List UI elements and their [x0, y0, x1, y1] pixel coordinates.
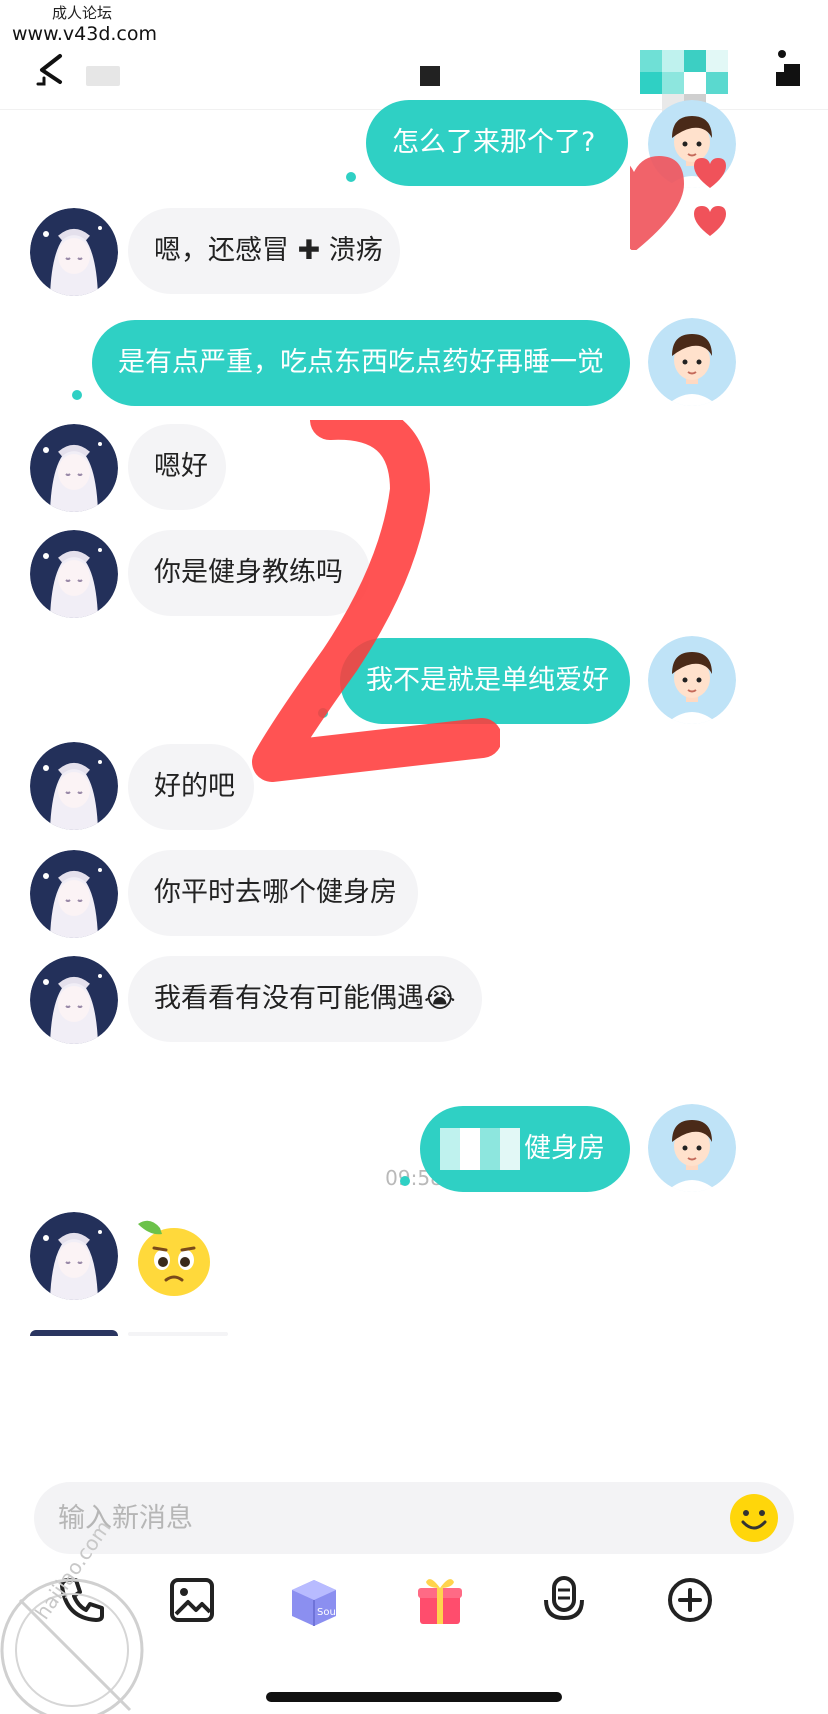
redacted-mosaic	[440, 1128, 520, 1170]
gift-icon[interactable]	[410, 1570, 470, 1630]
incoming-bubble[interactable]: 你平时去哪个健身房	[128, 850, 418, 936]
lemon-sticker-icon[interactable]	[130, 1214, 216, 1300]
incoming-bubble[interactable]: 我看看有没有可能偶遇😭	[128, 956, 482, 1042]
chat-header	[0, 0, 828, 116]
chat-toolbar: Soul	[0, 1570, 828, 1640]
message-input[interactable]	[58, 1482, 698, 1554]
incoming-bubble[interactable]: 好的吧	[128, 744, 254, 830]
header-avatar-mosaic[interactable]	[640, 50, 740, 116]
soul-box-icon[interactable]: Soul	[284, 1570, 344, 1630]
back-arrow-icon[interactable]	[34, 52, 68, 86]
incoming-bubble	[128, 1332, 228, 1336]
my-avatar[interactable]	[648, 1104, 736, 1192]
more-icon[interactable]	[770, 48, 804, 92]
message-composer	[34, 1482, 794, 1554]
bubble-tail	[400, 1176, 410, 1186]
phone-icon[interactable]	[50, 1570, 110, 1630]
home-indicator[interactable]	[266, 1692, 562, 1702]
outgoing-bubble[interactable]: 怎么了来那个了?	[366, 100, 628, 186]
incoming-bubble[interactable]: 你是健身教练吗	[128, 530, 370, 616]
bubble-tail	[318, 708, 328, 718]
smiley-icon[interactable]	[728, 1492, 780, 1544]
contact-avatar	[30, 1330, 118, 1336]
add-icon[interactable]	[660, 1570, 720, 1630]
my-avatar[interactable]	[648, 318, 736, 406]
message-text: 健身房	[524, 1133, 605, 1164]
contact-avatar[interactable]	[30, 530, 118, 618]
my-avatar[interactable]	[648, 100, 736, 188]
header-name-redacted	[86, 66, 120, 86]
my-avatar[interactable]	[648, 636, 736, 724]
contact-avatar[interactable]	[30, 850, 118, 938]
outgoing-bubble[interactable]: 是有点严重，吃点东西吃点药好再睡一觉	[92, 320, 630, 406]
contact-avatar[interactable]	[30, 956, 118, 1044]
soul-label: Soul	[317, 1607, 339, 1618]
bubble-tail	[346, 172, 356, 182]
image-icon[interactable]	[162, 1570, 222, 1630]
header-redaction-mark	[420, 66, 440, 86]
outgoing-bubble[interactable]: 健身房	[420, 1106, 630, 1192]
contact-avatar[interactable]	[30, 742, 118, 830]
incoming-bubble[interactable]: 嗯好	[128, 424, 226, 510]
bubble-tail	[72, 390, 82, 400]
contact-avatar[interactable]	[30, 208, 118, 296]
voice-icon[interactable]	[534, 1570, 594, 1630]
incoming-bubble[interactable]: 嗯，还感冒 ✚ 溃疡	[128, 208, 400, 294]
contact-avatar[interactable]	[30, 424, 118, 512]
outgoing-bubble[interactable]: 我不是就是单纯爱好	[340, 638, 630, 724]
contact-avatar[interactable]	[30, 1212, 118, 1300]
